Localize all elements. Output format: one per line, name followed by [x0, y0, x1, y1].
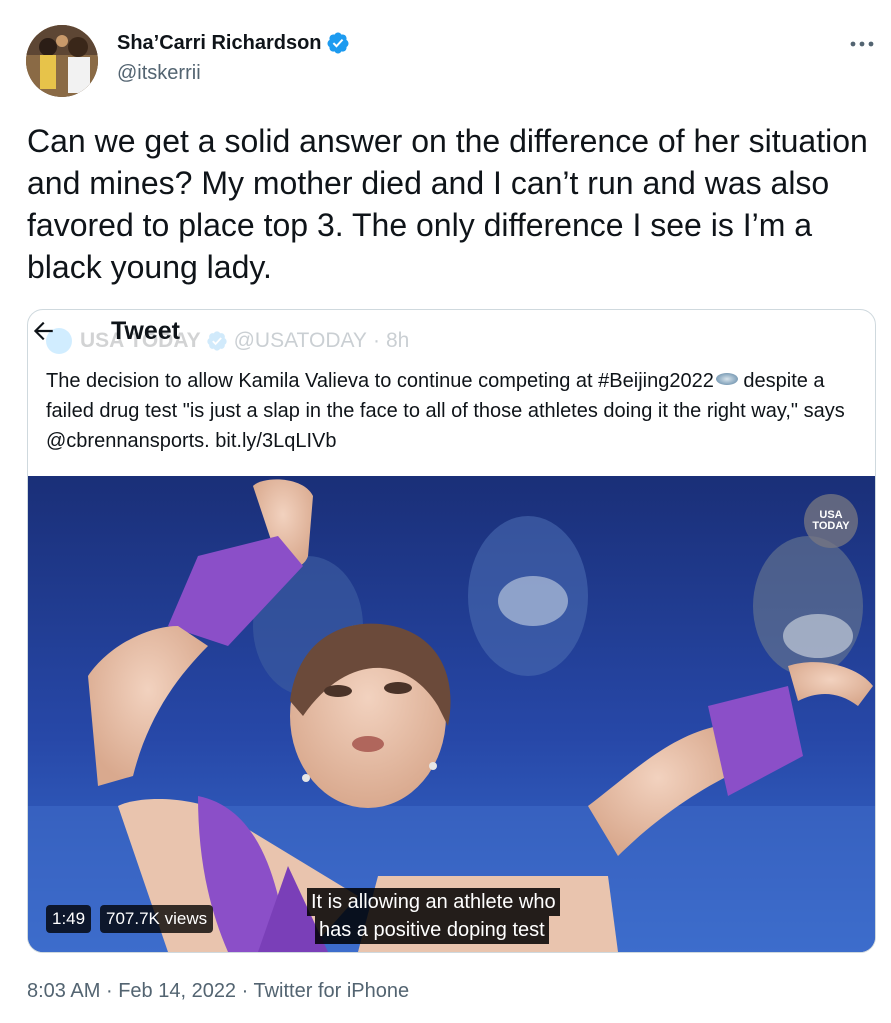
author-name-text: Sha’Carri Richardson	[117, 31, 322, 54]
avatar-photo	[26, 25, 98, 97]
tweet-time[interactable]: 8:03 AM	[27, 980, 100, 1002]
quoted-verified-badge-icon	[206, 331, 227, 351]
tweet-metadata: 8:03 AM · Feb 14, 2022 · Twitter for iPh…	[27, 980, 409, 1003]
quoted-text-part-1: The decision to allow Kamila Valieva to …	[46, 370, 714, 392]
nav-title: Tweet	[111, 317, 180, 345]
meta-separator-1: ·	[105, 980, 113, 1002]
tweet-date[interactable]: Feb 14, 2022	[118, 980, 236, 1002]
quoted-tweet-header: USA TODAY @USATODAY · 8h	[46, 326, 409, 356]
arrow-left-icon[interactable]	[30, 318, 56, 344]
author-handle[interactable]: @itskerrii	[117, 62, 201, 85]
video-frame	[28, 476, 875, 952]
video-views: 707.7K views	[100, 905, 214, 933]
tweet-detail-page: Sha’Carri Richardson @itskerrii Can we g…	[0, 0, 891, 1023]
author-name[interactable]: Sha’Carri Richardson	[117, 31, 350, 55]
video-caption-line-2: has a positive doping test	[315, 916, 549, 944]
more-dots-icon	[850, 41, 874, 47]
beijing-hashflag-icon	[715, 373, 738, 385]
meta-separator-2: ·	[241, 980, 249, 1002]
quoted-author-handle: @USATODAY	[233, 329, 367, 352]
quoted-tweet-card[interactable]: USA TODAY @USATODAY · 8h The decision to…	[27, 309, 876, 953]
usa-today-logo: USA TODAY	[804, 494, 858, 548]
video-duration: 1:49	[46, 905, 92, 933]
video-player[interactable]: USA TODAY 1:49 707.7K views It is allowi…	[28, 476, 875, 952]
video-caption-line-1: It is allowing an athlete who	[307, 888, 560, 916]
more-options-button[interactable]	[846, 30, 878, 58]
tweet-text: Can we get a solid answer on the differe…	[27, 123, 868, 285]
tweet-source[interactable]: Twitter for iPhone	[254, 980, 410, 1002]
author-avatar[interactable]	[26, 25, 98, 97]
logo-line-2: TODAY	[812, 520, 850, 532]
quoted-tweet-text: The decision to allow Kamila Valieva to …	[46, 366, 866, 456]
quoted-separator: ·	[372, 329, 380, 352]
quoted-timestamp: 8h	[385, 329, 410, 352]
verified-badge-icon	[327, 32, 349, 54]
